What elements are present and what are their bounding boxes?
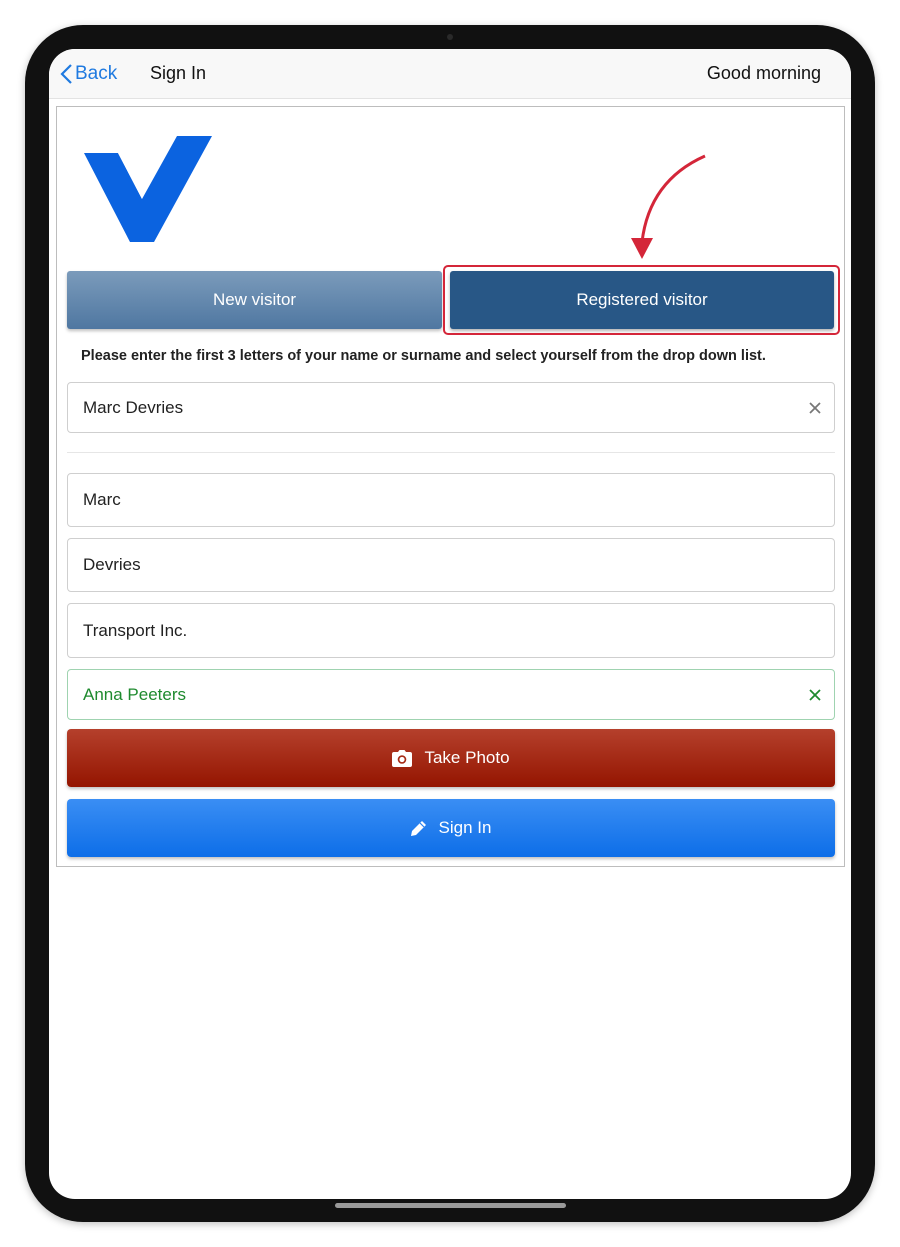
back-label: Back (75, 63, 118, 84)
divider (67, 452, 835, 453)
app-screen: Back Sign In Good morning New visitor Re… (49, 49, 851, 1199)
close-icon[interactable] (808, 401, 822, 415)
visitor-search-input[interactable]: Marc Devries (67, 382, 835, 433)
last-name-field[interactable]: Devries (67, 538, 835, 592)
navigation-bar: Back Sign In Good morning (49, 49, 851, 99)
company-value: Transport Inc. (83, 620, 188, 640)
take-photo-label: Take Photo (424, 748, 510, 767)
take-photo-button[interactable]: Take Photo (67, 729, 835, 787)
last-name-value: Devries (83, 555, 141, 574)
home-indicator (335, 1203, 566, 1208)
tablet-frame: Back Sign In Good morning New visitor Re… (25, 25, 875, 1222)
greeting-text: Good morning (706, 63, 821, 83)
first-name-value: Marc (83, 490, 121, 509)
annotation-arrow (631, 154, 706, 259)
pencil-icon (410, 821, 426, 836)
first-name-field[interactable]: Marc (67, 473, 835, 527)
chevron-left-icon (60, 64, 72, 84)
host-field[interactable]: Anna Peeters (67, 669, 835, 720)
page-title: Sign In (150, 63, 207, 83)
front-camera (447, 34, 453, 40)
sign-in-label: Sign In (438, 818, 492, 837)
camera-icon (392, 749, 413, 767)
instruction-text: Please enter the first 3 letters of your… (81, 348, 766, 364)
host-value: Anna Peeters (83, 684, 187, 704)
tab-new-visitor[interactable]: New visitor (67, 271, 442, 329)
visitor-search-value: Marc Devries (83, 397, 184, 417)
company-logo (84, 136, 212, 242)
close-icon[interactable] (808, 688, 822, 702)
company-field[interactable]: Transport Inc. (67, 603, 835, 658)
sign-in-button[interactable]: Sign In (67, 799, 835, 857)
back-button[interactable]: Back (59, 62, 117, 86)
sign-in-panel: New visitor Registered visitor Please en… (56, 106, 845, 867)
tab-new-visitor-label: New visitor (212, 290, 297, 309)
annotation-highlight-box (443, 265, 840, 335)
